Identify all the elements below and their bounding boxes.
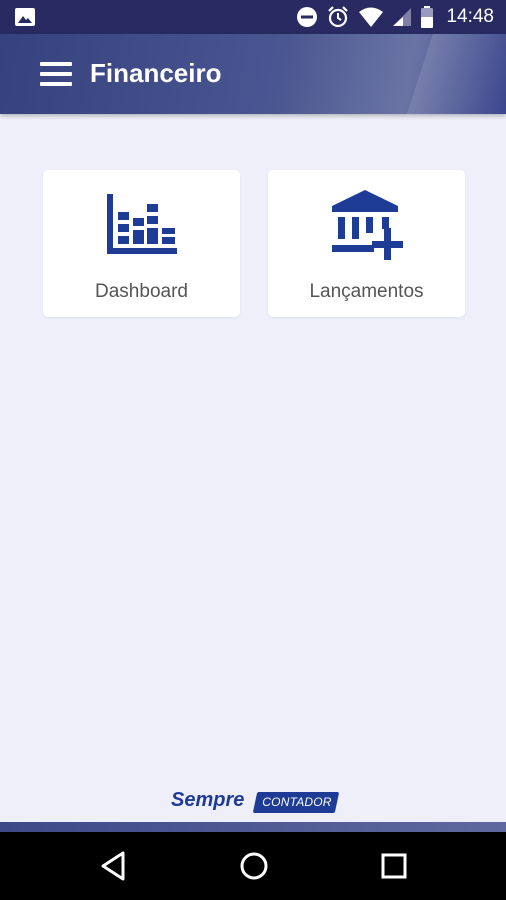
lancamentos-tile[interactable]: Lançamentos <box>268 170 465 317</box>
brand-contador-text: CONTADOR <box>262 795 332 809</box>
app-bar: Financeiro <box>0 34 506 114</box>
alarm-icon <box>328 6 349 28</box>
gallery-notification-icon <box>15 8 35 26</box>
brand-sempre-text: Sempre <box>171 789 245 811</box>
app-bar-decoration <box>407 34 506 114</box>
bar-chart-icon <box>106 194 177 254</box>
hamburger-menu-icon[interactable] <box>36 58 76 90</box>
wifi-icon <box>359 7 384 27</box>
page-title: Financeiro <box>90 58 222 88</box>
brand-logo: Sempre CONTADOR <box>171 788 341 816</box>
navigation-bar <box>0 832 506 900</box>
bank-add-icon <box>331 190 403 260</box>
tile-label-dashboard: Dashboard <box>95 281 188 302</box>
recent-apps-icon[interactable] <box>376 848 412 884</box>
status-bar: 14:48 <box>0 0 506 34</box>
back-icon[interactable] <box>96 848 132 884</box>
status-time: 14:48 <box>446 6 494 27</box>
home-icon[interactable] <box>236 848 272 884</box>
tile-label-lancamentos: Lançamentos <box>309 281 424 302</box>
dashboard-tile[interactable]: Dashboard <box>43 170 240 317</box>
battery-icon <box>421 6 434 28</box>
bottom-strip <box>0 822 506 832</box>
signal-icon <box>393 8 412 26</box>
do-not-disturb-icon <box>297 7 318 27</box>
